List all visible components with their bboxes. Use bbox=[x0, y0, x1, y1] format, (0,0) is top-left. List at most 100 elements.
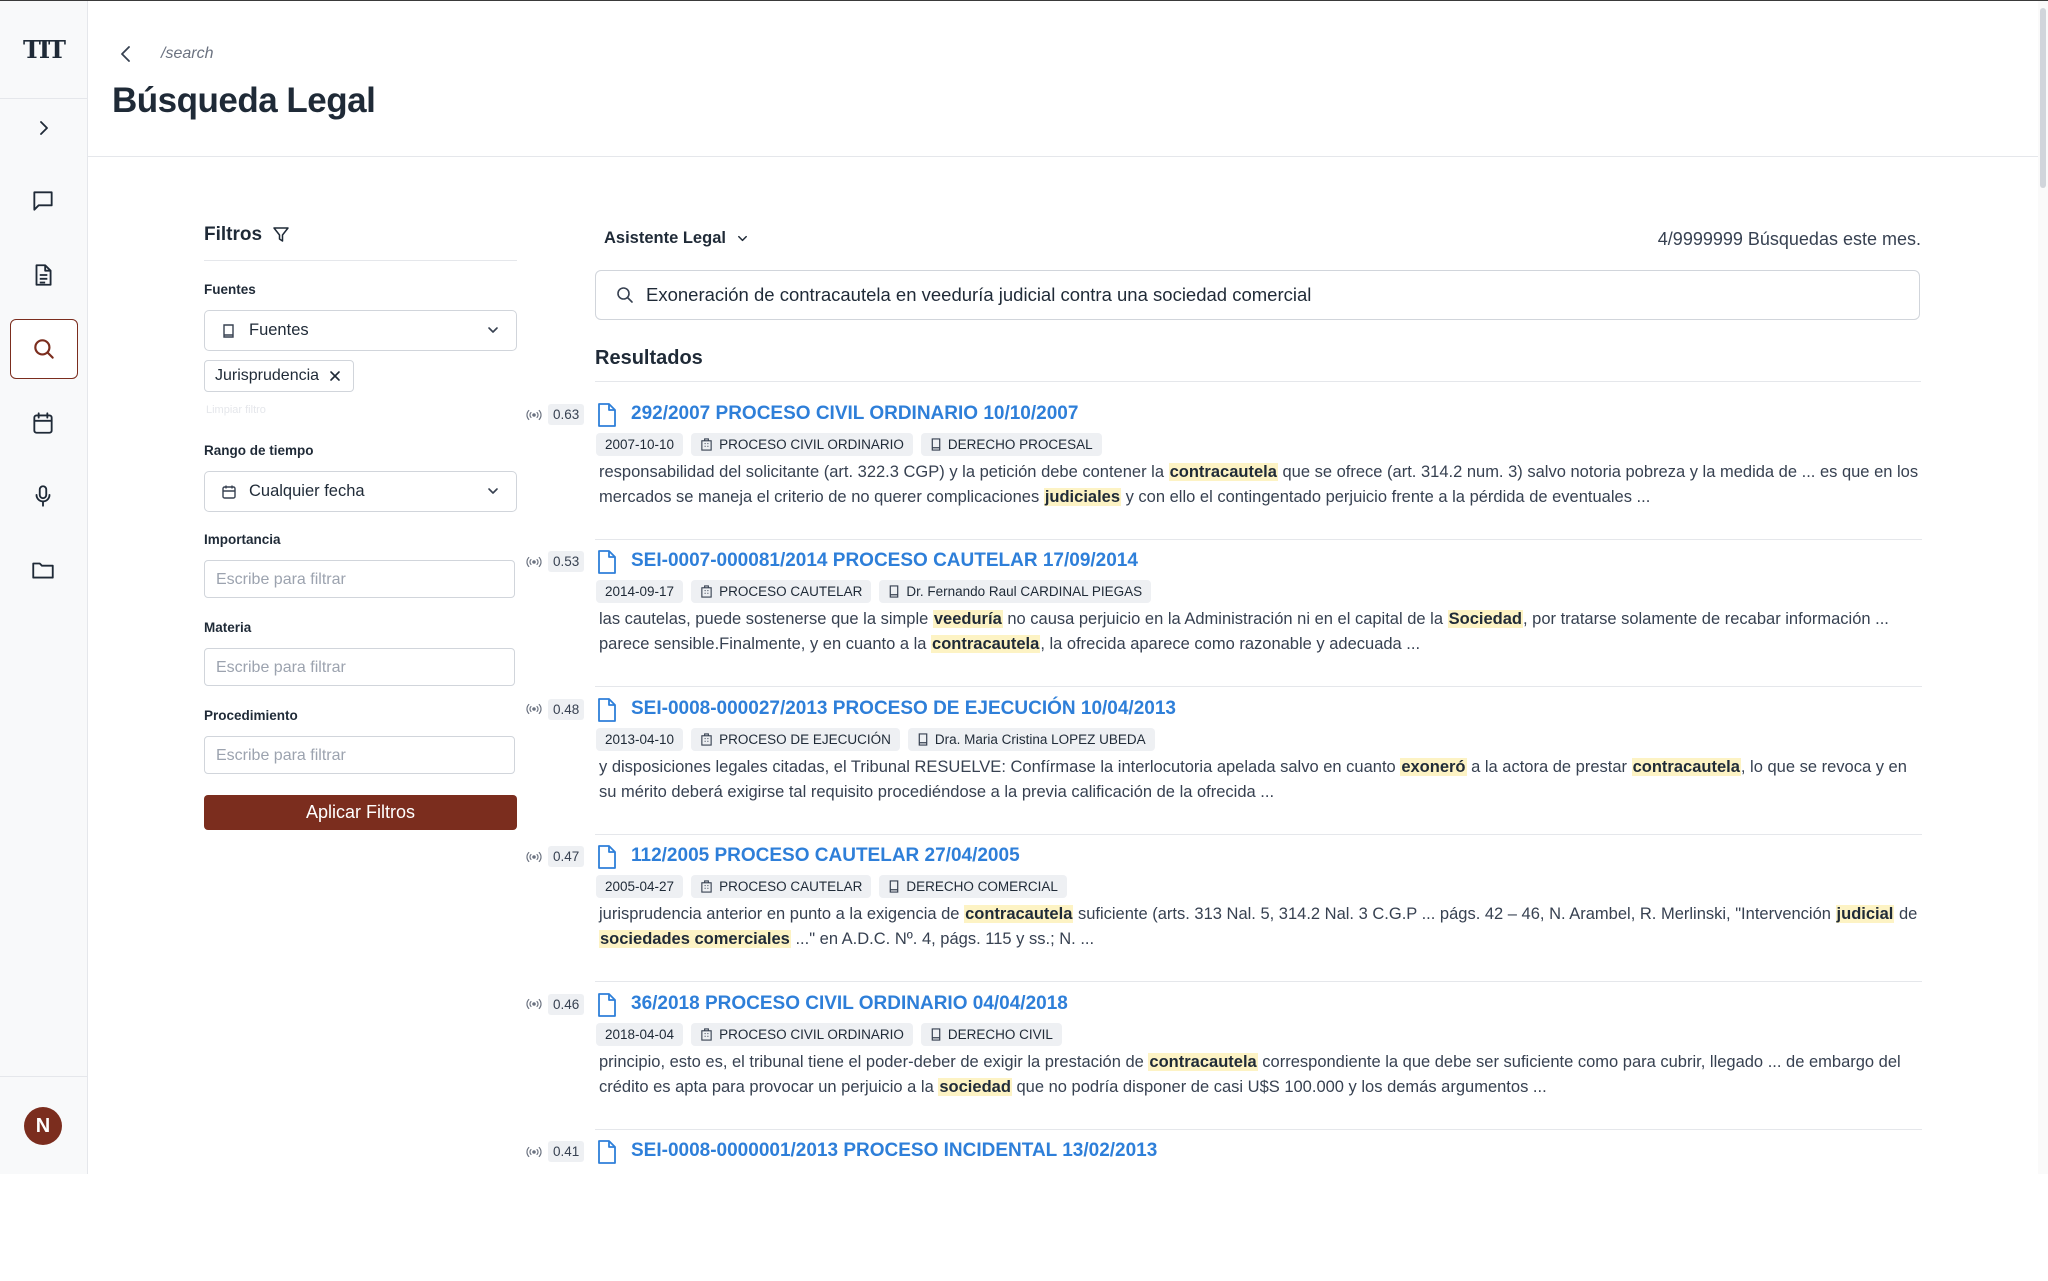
highlighted-term: judiciales bbox=[1043, 488, 1122, 506]
back-button[interactable] bbox=[118, 45, 134, 63]
search-bar[interactable]: Exoneración de contracautela en veeduría… bbox=[595, 270, 1920, 320]
sources-select[interactable]: Fuentes bbox=[204, 310, 517, 351]
apply-filters-button[interactable]: Aplicar Filtros bbox=[204, 795, 517, 830]
result-snippet: jurisprudencia anterior en punto a la ex… bbox=[599, 905, 1918, 949]
sidebar-item-calendar[interactable] bbox=[10, 394, 76, 452]
category-label: DERECHO PROCESAL bbox=[947, 437, 1093, 452]
building-icon bbox=[700, 585, 713, 599]
chevron-right-icon bbox=[37, 121, 51, 135]
result-snippet: responsabilidad del solicitante (art. 32… bbox=[599, 463, 1919, 506]
score-value: 0.41 bbox=[548, 1141, 585, 1162]
chevron-down-icon bbox=[486, 323, 500, 342]
score-value: 0.47 bbox=[548, 846, 585, 868]
importance-input[interactable]: Escribe para filtrar bbox=[204, 560, 515, 598]
time-range-select[interactable]: Cualquier fecha bbox=[204, 471, 517, 512]
highlighted-term: sociedad bbox=[938, 1077, 1012, 1096]
highlighted-term: Sociedad bbox=[1447, 610, 1523, 629]
subject-input[interactable]: Escribe para filtrar bbox=[204, 648, 515, 686]
search-input[interactable]: Exoneración de contracautela en veeduría… bbox=[646, 284, 1311, 306]
scrollbar-thumb[interactable] bbox=[2040, 8, 2046, 188]
process-type-label: PROCESO CAUTELAR bbox=[719, 584, 863, 600]
score-value: 0.46 bbox=[548, 993, 585, 1015]
source-chip: Jurisprudencia bbox=[204, 360, 355, 392]
sources-select-value: Fuentes bbox=[249, 321, 309, 339]
avatar[interactable]: N bbox=[24, 1107, 62, 1145]
result-snippet: y disposiciones legales citadas, el Trib… bbox=[599, 757, 1907, 801]
time-range-value: Cualquier fecha bbox=[249, 482, 365, 500]
result-item: 0.46 36/2018 PROCESO CIVIL ORDINARIO 04/0… bbox=[520, 987, 1922, 1134]
sidebar-footer: N bbox=[0, 1076, 87, 1175]
chevron-down-icon bbox=[486, 484, 500, 503]
highlighted-term: contracautela bbox=[964, 905, 1074, 924]
filters-title: Filtros bbox=[204, 224, 263, 245]
importance-label: Importancia bbox=[204, 532, 281, 547]
building-icon bbox=[700, 438, 713, 451]
category-tag: DERECHO COMERCIAL bbox=[879, 875, 1067, 899]
source-chip-label: Jurisprudencia bbox=[215, 367, 320, 384]
file-icon bbox=[596, 402, 618, 428]
highlighted-term: contracautela bbox=[1148, 1052, 1258, 1071]
signal-icon bbox=[526, 998, 542, 1010]
sidebar: TIT N bbox=[0, 1, 88, 1174]
relevance-score: 0.46 bbox=[526, 993, 585, 1015]
signal-icon bbox=[526, 556, 542, 568]
book-icon bbox=[888, 585, 900, 599]
assistant-dropdown[interactable]: Asistente Legal bbox=[604, 229, 749, 248]
document-icon bbox=[30, 262, 56, 288]
divider bbox=[595, 981, 1922, 983]
file-icon bbox=[596, 549, 618, 575]
category-tag: DERECHO PROCESAL bbox=[920, 433, 1102, 456]
results-title: Resultados bbox=[595, 347, 703, 369]
sidebar-item-search[interactable] bbox=[10, 319, 78, 379]
process-type-label: PROCESO CIVIL ORDINARIO bbox=[719, 1026, 904, 1042]
file-icon bbox=[596, 697, 618, 723]
building-icon bbox=[700, 880, 713, 893]
result-snippet: principio, esto es, el tribunal tiene el… bbox=[599, 1052, 1901, 1096]
calendar-icon bbox=[221, 484, 237, 500]
result-item: 0.63 292/2007 PROCESO CIVIL ORDINARIO 10/… bbox=[520, 397, 1922, 544]
breadcrumb: /search bbox=[161, 45, 214, 62]
divider bbox=[204, 260, 517, 261]
sidebar-item-documents[interactable] bbox=[10, 246, 76, 304]
book-icon bbox=[930, 438, 942, 451]
highlighted-term: exoneró bbox=[1400, 757, 1467, 776]
category-label: Dra. Maria Cristina LOPEZ UBEDA bbox=[934, 731, 1146, 747]
chat-icon bbox=[30, 188, 56, 214]
result-title-link[interactable]: SEI-0007-000081/2014 PROCESO CAUTELAR 17… bbox=[631, 550, 1138, 572]
result-title-link[interactable]: 112/2005 PROCESO CAUTELAR 27/04/2005 bbox=[631, 845, 1020, 867]
sidebar-item-voice[interactable] bbox=[10, 467, 76, 525]
relevance-score: 0.47 bbox=[526, 846, 585, 868]
result-title-link[interactable]: 36/2018 PROCESO CIVIL ORDINARIO 04/04/20… bbox=[631, 993, 1068, 1015]
result-title-link[interactable]: SEI-0008-0000001/2013 PROCESO INCIDENTAL… bbox=[631, 1140, 1157, 1162]
result-title-link[interactable]: 292/2007 PROCESO CIVIL ORDINARIO 10/10/2… bbox=[631, 403, 1078, 425]
subject-label: Materia bbox=[204, 620, 252, 635]
book-icon bbox=[221, 323, 237, 339]
file-icon bbox=[596, 1139, 618, 1165]
clear-filter-link[interactable]: Limpiar filtro bbox=[206, 404, 266, 416]
signal-icon bbox=[526, 409, 542, 421]
relevance-score: 0.41 bbox=[526, 1141, 585, 1162]
book-icon bbox=[930, 1027, 942, 1041]
highlighted-term: contracautela bbox=[931, 635, 1041, 654]
signal-icon bbox=[526, 1146, 542, 1158]
divider bbox=[595, 539, 1922, 540]
file-icon bbox=[596, 992, 618, 1018]
result-title-link[interactable]: SEI-0008-000027/2013 PROCESO DE EJECUCIÓ… bbox=[631, 698, 1176, 720]
highlighted-term: judicial bbox=[1835, 905, 1895, 924]
filter-icon bbox=[272, 226, 290, 244]
procedure-input[interactable]: Escribe para filtrar bbox=[204, 736, 515, 774]
sidebar-item-chat[interactable] bbox=[10, 172, 76, 230]
signal-icon bbox=[526, 703, 542, 715]
sidebar-item-folders[interactable] bbox=[10, 541, 76, 599]
highlighted-term: contracautela bbox=[1168, 463, 1278, 481]
process-type-label: PROCESO CAUTELAR bbox=[719, 879, 863, 895]
result-snippet: las cautelas, puede sostenerse que la si… bbox=[599, 610, 1889, 654]
divider bbox=[595, 1128, 1922, 1130]
divider bbox=[595, 833, 1922, 835]
divider bbox=[595, 381, 1921, 382]
result-tags: 2013-04-10 PROCESO DE EJECUCIÓN Dra. Maria… bbox=[596, 727, 1155, 751]
close-icon[interactable] bbox=[329, 370, 341, 382]
result-tags: 2005-04-27 PROCESO CAUTELAR DERECHO COMERC… bbox=[596, 875, 1067, 899]
sidebar-expand-button[interactable] bbox=[0, 98, 87, 158]
app-logo[interactable]: TIT bbox=[0, 1, 87, 99]
